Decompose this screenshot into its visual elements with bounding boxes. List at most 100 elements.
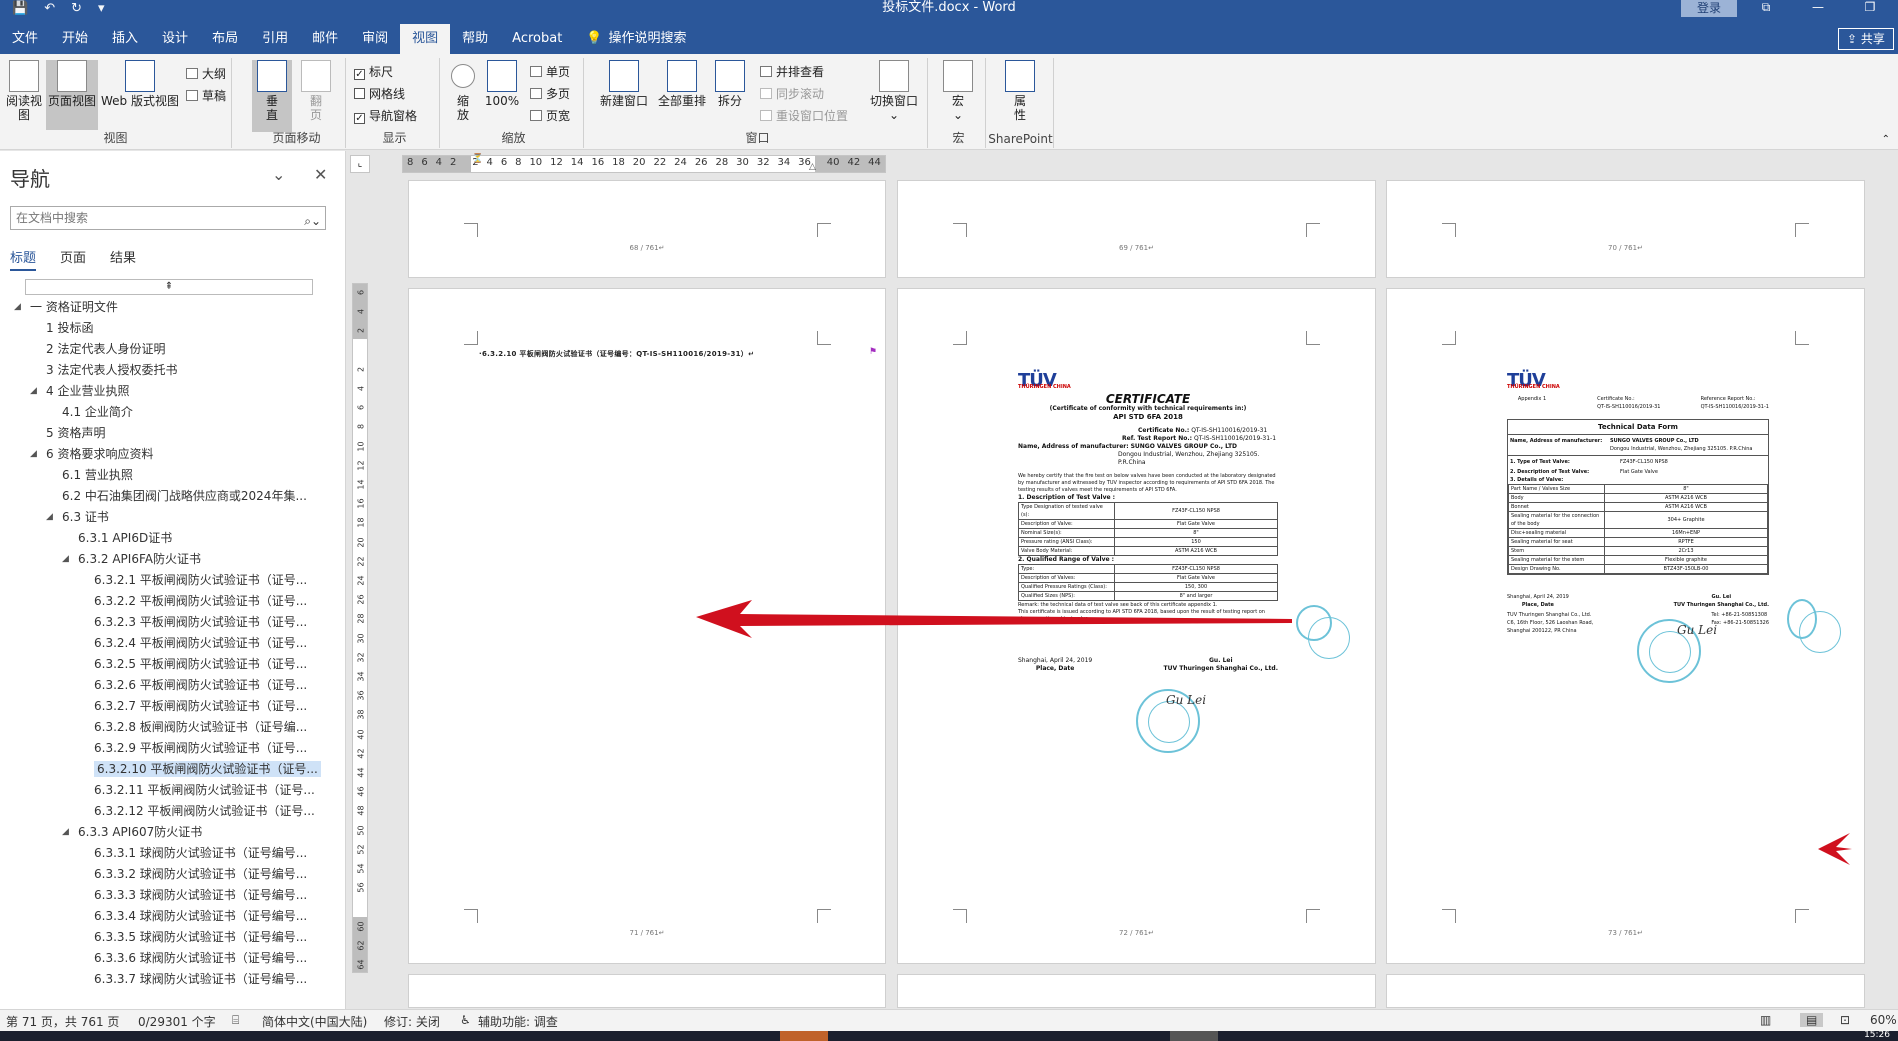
nav-heading-item[interactable]: ◢ 一 资格证明文件 xyxy=(0,297,346,318)
share-button[interactable]: ⇪ 共享 xyxy=(1838,28,1894,50)
nav-heading-item[interactable]: 6.2 中石油集团阀门战略供应商或2024年集... xyxy=(0,486,346,507)
page-74[interactable] xyxy=(408,974,886,1008)
track-changes[interactable]: 修订: 关闭 xyxy=(384,1013,440,1030)
taskbar-app-button-2[interactable] xyxy=(1170,1031,1218,1041)
nav-heading-item[interactable]: 6.3.3.5 球阀防火试验证书（证号编号... xyxy=(0,927,346,948)
tab-file[interactable]: 文件 xyxy=(0,24,50,54)
web-layout-button[interactable]: Web 版式视图 xyxy=(100,60,180,108)
nav-heading-item[interactable]: 6.3.3.7 球阀防火试验证书（证号编号... xyxy=(0,969,346,990)
macros-button[interactable]: 宏 ⌄ xyxy=(940,60,976,122)
expand-triangle-icon[interactable]: ◢ xyxy=(14,297,21,318)
nav-options-icon[interactable]: ⌄ xyxy=(272,165,285,184)
nav-heading-item[interactable]: 6.3.2.4 平板闸阀防火试验证书（证号... xyxy=(0,633,346,654)
ruler-checkbox[interactable]: ✓ 标尺 xyxy=(354,64,393,80)
page-width-button[interactable]: 页宽 xyxy=(530,108,570,124)
tab-insert[interactable]: 插入 xyxy=(100,24,150,54)
expand-triangle-icon[interactable]: ◢ xyxy=(62,822,69,843)
page-73[interactable]: TÜV THÜRINGEN CHINA Appendix 1 Certificat… xyxy=(1386,288,1865,964)
nav-heading-item[interactable]: 6.3.1 API6D证书 xyxy=(0,528,346,549)
read-mode-status-icon[interactable]: ▥ xyxy=(1760,1013,1771,1027)
side-to-side-button[interactable]: 翻页 xyxy=(296,60,336,122)
nav-close-icon[interactable]: ✕ xyxy=(314,165,327,184)
nav-tab-headings[interactable]: 标题 xyxy=(10,247,37,271)
expand-triangle-icon[interactable]: ◢ xyxy=(46,507,53,528)
tab-help[interactable]: 帮助 xyxy=(450,24,500,54)
login-button[interactable]: 登录 xyxy=(1681,0,1737,17)
gridlines-checkbox[interactable]: 网格线 xyxy=(354,86,405,102)
page-68[interactable]: 68 / 761↵ xyxy=(408,180,886,278)
page-70[interactable]: 70 / 761↵ xyxy=(1386,180,1865,278)
tab-acrobat[interactable]: Acrobat xyxy=(500,24,574,54)
vertical-ruler[interactable]: 6 4 2 2 4 6 8 10 12 14 16 18 20 22 24 26 28 30 32 34 36 38 40 4… xyxy=(352,283,368,973)
restore-icon[interactable]: ❐ xyxy=(1844,0,1896,16)
accessibility-status[interactable]: 辅助功能: 调查 xyxy=(478,1013,558,1030)
nav-heading-item[interactable]: 6.3.2.1 平板闸阀防火试验证书（证号... xyxy=(0,570,346,591)
nav-heading-item[interactable]: ◢ 4 企业营业执照 xyxy=(0,381,346,402)
tab-design[interactable]: 设计 xyxy=(150,24,200,54)
taskbar-app-button[interactable] xyxy=(780,1031,828,1041)
vertical-button[interactable]: 垂直 xyxy=(252,60,292,132)
minimize-icon[interactable]: — xyxy=(1792,0,1844,16)
switch-window-button[interactable]: 切换窗口 ⌄ xyxy=(864,60,924,122)
nav-heading-item[interactable]: 6.3.2.7 平板闸阀防火试验证书（证号... xyxy=(0,696,346,717)
print-layout-status-icon[interactable]: ▤ xyxy=(1800,1013,1824,1027)
horizontal-ruler[interactable]: 8 6 4 2 2 4 6 8 10 12 14 16 18 20 22 24 26 28 30 32 34 36 40 42… xyxy=(402,154,886,173)
expand-triangle-icon[interactable]: ◢ xyxy=(62,549,69,570)
multi-page-button[interactable]: 多页 xyxy=(530,86,570,102)
nav-heading-item[interactable]: 6.3.2.3 平板闸阀防火试验证书（证号... xyxy=(0,612,346,633)
nav-heading-item[interactable]: 4.1 企业简介 xyxy=(0,402,346,423)
tab-selector[interactable]: ⌞ xyxy=(350,155,370,173)
nav-heading-item[interactable]: ◢ 6.3.2 API6FA防火证书 xyxy=(0,549,346,570)
nav-heading-item[interactable]: 6.3.2.10 平板闸阀防火试验证书（证号... xyxy=(0,759,346,780)
nav-heading-item[interactable]: 6.3.2.8 板闸阀防火试验证书（证号编... xyxy=(0,717,346,738)
tab-references[interactable]: 引用 xyxy=(250,24,300,54)
tab-mailings[interactable]: 邮件 xyxy=(300,24,350,54)
zoom-100-button[interactable]: 100% xyxy=(484,60,520,108)
collapse-all-bar[interactable]: ⇞ xyxy=(25,279,313,295)
tab-view[interactable]: 视图 xyxy=(400,24,451,55)
page-75[interactable] xyxy=(897,974,1376,1008)
word-count[interactable]: 0/29301 个字 xyxy=(138,1013,216,1030)
read-mode-button[interactable]: 阅读视图 xyxy=(4,60,44,122)
collapse-ribbon-icon[interactable]: ⌃ xyxy=(1882,134,1890,145)
nav-heading-item[interactable]: 6.3.3.6 球阀防火试验证书（证号编号... xyxy=(0,948,346,969)
search-icon[interactable]: ⌕⌄ xyxy=(304,210,321,232)
nav-heading-item[interactable]: 6.3.2.9 平板闸阀防火试验证书（证号... xyxy=(0,738,346,759)
draft-button[interactable]: 草稿 xyxy=(186,88,226,104)
one-page-button[interactable]: 单页 xyxy=(530,64,570,80)
nav-heading-item[interactable]: 6.3.2.6 平板闸阀防火试验证书（证号... xyxy=(0,675,346,696)
indent-marker-icon[interactable]: ⏳ xyxy=(472,154,483,164)
nav-heading-item[interactable]: 6.3.3.1 球阀防火试验证书（证号编号... xyxy=(0,843,346,864)
tab-layout[interactable]: 布局 xyxy=(200,24,250,54)
nav-tab-results[interactable]: 结果 xyxy=(110,247,136,271)
properties-button[interactable]: 属性 xyxy=(1002,60,1038,122)
expand-triangle-icon[interactable]: ◢ xyxy=(30,444,37,465)
arrange-all-button[interactable]: 全部重排 xyxy=(654,60,710,108)
nav-heading-item[interactable]: 6.3.3.4 球阀防火试验证书（证号编号... xyxy=(0,906,346,927)
tab-home[interactable]: 开始 xyxy=(50,24,100,54)
print-layout-button[interactable]: 页面视图 xyxy=(46,60,98,130)
nav-heading-item[interactable]: 6.3.3.2 球阀防火试验证书（证号编号... xyxy=(0,864,346,885)
nav-heading-item[interactable]: 6.3.2.11 平板闸阀防火试验证书（证号... xyxy=(0,780,346,801)
page-76[interactable] xyxy=(1386,974,1865,1008)
nav-heading-item[interactable]: 6.3.2.12 平板闸阀防火试验证书（证号... xyxy=(0,801,346,822)
page-count[interactable]: 第 71 页，共 761 页 xyxy=(6,1013,119,1030)
nav-heading-item[interactable]: 6.3.2.2 平板闸阀防火试验证书（证号... xyxy=(0,591,346,612)
nav-heading-item[interactable]: 5 资格声明 xyxy=(0,423,346,444)
reset-window-button[interactable]: 重设窗口位置 xyxy=(760,108,848,124)
nav-heading-item[interactable]: ◢ 6.3 证书 xyxy=(0,507,346,528)
nav-heading-item[interactable]: ◢ 6 资格要求响应资料 xyxy=(0,444,346,465)
nav-tab-pages[interactable]: 页面 xyxy=(60,247,86,271)
tab-review[interactable]: 审阅 xyxy=(350,24,400,54)
nav-heading-item[interactable]: 6.3.3.3 球阀防火试验证书（证号编号... xyxy=(0,885,346,906)
page-69[interactable]: 69 / 761↵ xyxy=(897,180,1376,278)
web-layout-status-icon[interactable]: ⊡ xyxy=(1840,1013,1850,1027)
comment-icon[interactable]: ⚑ xyxy=(869,347,877,357)
outline-button[interactable]: 大纲 xyxy=(186,66,226,82)
right-indent-marker-icon[interactable]: △ xyxy=(809,162,816,172)
nav-heading-item[interactable]: 2 法定代表人身份证明 xyxy=(0,339,346,360)
nav-heading-item[interactable]: 6.1 营业执照 xyxy=(0,465,346,486)
nav-search-input[interactable]: 在文档中搜索 ⌕⌄ xyxy=(10,206,326,230)
split-button[interactable]: 拆分 xyxy=(710,60,750,108)
nav-heading-item[interactable]: ◢ 6.3.3 API607防火证书 xyxy=(0,822,346,843)
